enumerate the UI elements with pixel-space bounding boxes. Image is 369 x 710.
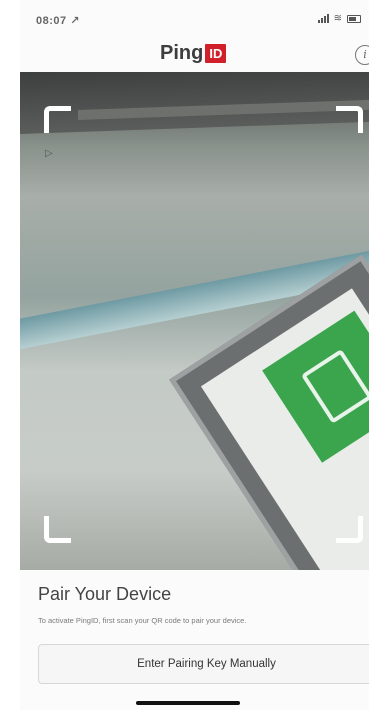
- scan-frame-corner-bottom-right: [336, 516, 363, 543]
- qr-scanner-view: ▷: [20, 72, 369, 570]
- wifi-icon: ≋: [333, 13, 342, 24]
- status-time: 08:07 ↗: [36, 14, 80, 27]
- home-indicator[interactable]: [136, 701, 240, 705]
- camera-check-icon: [300, 348, 369, 424]
- phone-screen: 08:07 ↗ ≋ Ping ID i ▷ Pair Your Device T…: [20, 0, 369, 710]
- status-bar: 08:07 ↗ ≋: [20, 0, 369, 38]
- location-arrow-icon: ↗: [70, 15, 80, 27]
- camera-qr-panel: [262, 310, 369, 463]
- pingid-logo: Ping ID: [160, 42, 227, 65]
- scan-frame-corner-top-left: [44, 106, 71, 133]
- pairing-panel: Pair Your Device To activate PingID, fir…: [20, 570, 369, 710]
- logo-text: Ping: [160, 42, 204, 64]
- camera-cursor-icon: ▷: [45, 148, 53, 159]
- camera-browser-bar: [20, 72, 369, 134]
- camera-bookmark-row: [78, 99, 369, 120]
- battery-icon: [347, 14, 361, 23]
- info-icon[interactable]: i: [355, 45, 369, 65]
- scan-frame-corner-bottom-left: [44, 516, 71, 543]
- app-header: Ping ID i: [20, 38, 369, 72]
- signal-icon: [317, 14, 329, 23]
- pair-description: To activate PingID, first scan your QR c…: [38, 616, 247, 625]
- status-time-text: 08:07: [36, 15, 67, 27]
- pair-title: Pair Your Device: [38, 584, 172, 604]
- enter-pairing-key-button[interactable]: Enter Pairing Key Manually: [38, 644, 369, 684]
- scan-frame-corner-top-right: [336, 106, 363, 133]
- logo-badge: ID: [205, 44, 227, 63]
- status-icons: ≋: [317, 13, 361, 24]
